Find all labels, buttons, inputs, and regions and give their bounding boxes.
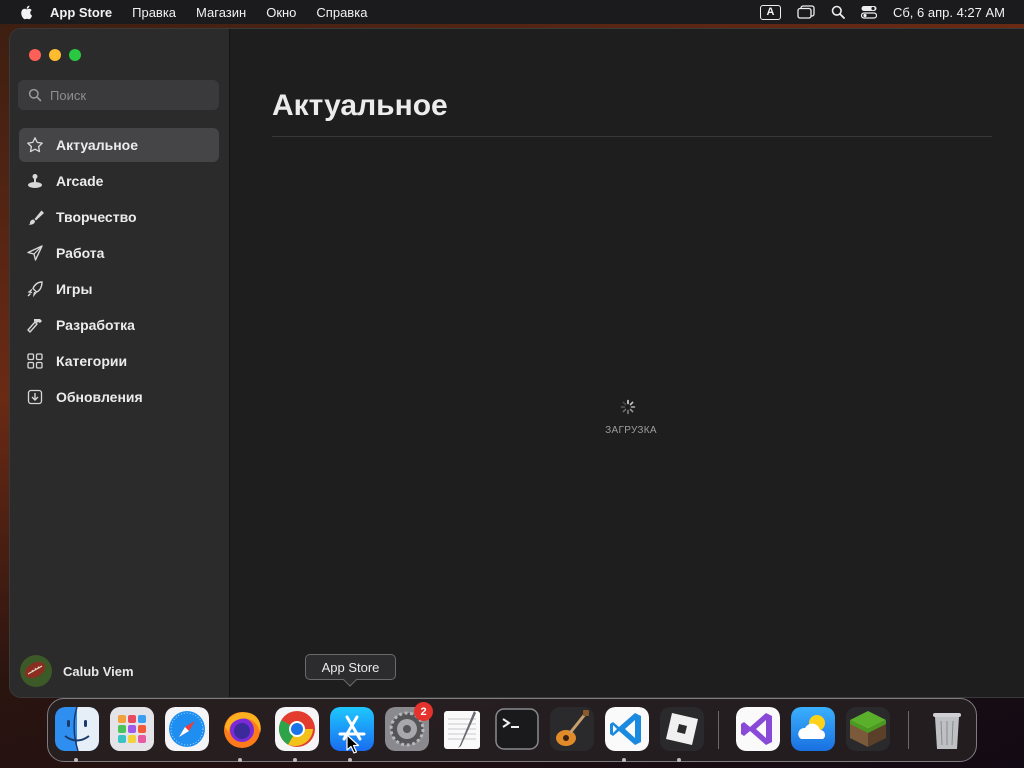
sidebar-item-create[interactable]: Творчество [19,200,219,234]
title-divider [272,136,992,137]
page-title: Актуальное [272,89,448,122]
running-indicator [74,758,78,762]
control-center-icon[interactable] [860,5,877,19]
sidebar: Актуальное Arcade Творчество Работа Игры [10,29,230,697]
notification-badge: 2 [414,702,433,721]
chrome-icon[interactable] [275,707,319,751]
sidebar-item-label: Игры [56,281,93,297]
close-window-button[interactable] [29,49,41,61]
app-store-window: Актуальное Arcade Творчество Работа Игры [10,29,1024,697]
minimize-window-button[interactable] [49,49,61,61]
rocket-icon [25,280,45,298]
sidebar-item-games[interactable]: Игры [19,272,219,306]
vscode-icon[interactable] [605,707,649,751]
sidebar-item-label: Arcade [56,173,104,189]
dock [47,698,977,762]
input-source-icon[interactable]: A [759,4,781,20]
running-indicator [293,758,297,762]
running-indicator [238,758,242,762]
sidebar-item-label: Разработка [56,317,135,333]
sidebar-item-label: Обновления [56,389,143,405]
roblox-icon[interactable] [660,707,704,751]
hammer-icon [25,316,45,334]
running-indicator [622,758,626,762]
visual-studio-icon[interactable] [736,707,780,751]
minecraft-icon[interactable] [846,707,890,751]
joystick-icon [25,172,45,190]
sidebar-item-label: Актуальное [56,137,139,153]
garageband-icon[interactable] [550,707,594,751]
weather-icon[interactable] [791,707,835,751]
zoom-window-button[interactable] [69,49,81,61]
avatar [20,655,52,687]
star-icon [25,136,45,154]
user-name: Calub Viem [63,663,134,679]
terminal-icon[interactable] [495,707,539,751]
paperplane-icon [25,244,45,262]
account-button[interactable]: Calub Viem [20,653,134,689]
stage-manager-icon[interactable] [797,5,815,19]
textedit-icon[interactable] [440,707,484,751]
menu-window[interactable]: Окно [266,5,296,20]
sidebar-item-label: Работа [56,245,105,261]
trash-icon[interactable] [925,707,969,751]
tooltip-arrow [343,679,357,687]
paintbrush-icon [25,208,45,226]
menu-bar: App Store Правка Магазин Окно Справка A [0,0,1024,24]
sidebar-item-develop[interactable]: Разработка [19,308,219,342]
loading-spinner-icon [620,399,636,415]
menu-store[interactable]: Магазин [196,5,246,20]
sidebar-item-label: Категории [56,353,128,369]
sidebar-item-label: Творчество [56,209,137,225]
main-content: Актуальное ЗАГРУЗКА [231,29,1024,697]
sidebar-item-arcade[interactable]: Arcade [19,164,219,198]
running-indicator [348,758,352,762]
grid-icon [25,353,45,369]
download-icon [25,389,45,405]
sidebar-item-discover[interactable]: Актуальное [19,128,219,162]
loading-label: ЗАГРУЗКА [605,425,657,436]
mouse-cursor-icon [346,734,360,754]
apple-menu-icon[interactable] [18,3,36,21]
menu-edit[interactable]: Правка [132,5,176,20]
dock-separator [718,711,719,749]
menubar-clock[interactable]: Сб, 6 апр. 4:27 AM [893,5,1005,20]
dock-tooltip: App Store [305,654,396,680]
sidebar-item-work[interactable]: Работа [19,236,219,270]
search-icon [28,88,42,102]
search-field[interactable] [18,80,219,110]
sidebar-item-updates[interactable]: Обновления [19,380,219,414]
menu-help[interactable]: Справка [316,5,367,20]
running-indicator [677,758,681,762]
launchpad-icon[interactable] [110,707,154,751]
finder-icon[interactable] [55,707,99,751]
spotlight-search-icon[interactable] [831,5,845,19]
firefox-icon[interactable] [220,707,264,751]
menu-app-name[interactable]: App Store [50,5,112,20]
search-input[interactable] [50,87,200,103]
dock-separator [908,711,909,749]
safari-icon[interactable] [165,707,209,751]
sidebar-item-categories[interactable]: Категории [19,344,219,378]
